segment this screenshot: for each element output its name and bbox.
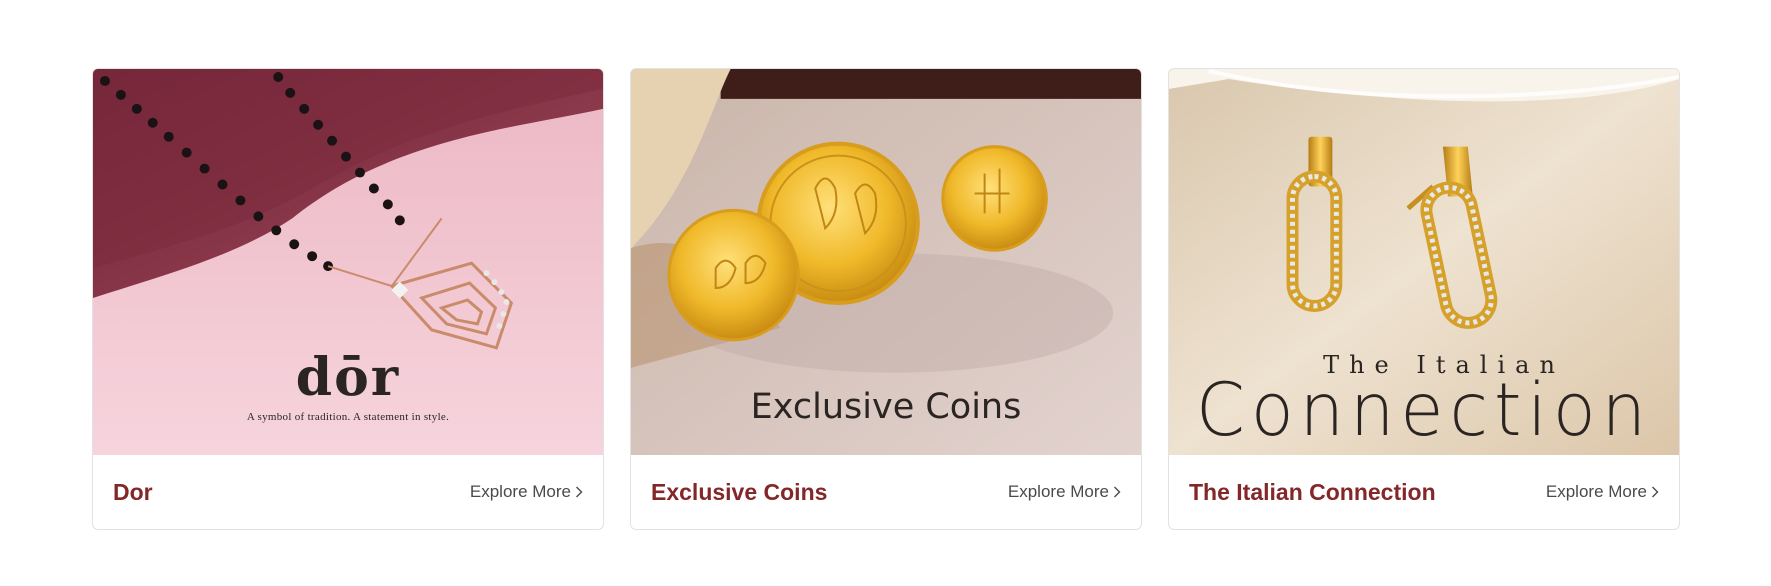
- card-image-italian[interactable]: The Italian Connection: [1169, 69, 1679, 456]
- collection-card-exclusive-coins[interactable]: Exclusive Coins Exclusive Coins Explore …: [630, 68, 1142, 530]
- chevron-right-icon: [1114, 486, 1121, 498]
- card-title[interactable]: Exclusive Coins: [651, 479, 827, 506]
- card-footer: The Italian Connection Explore More: [1169, 455, 1679, 529]
- explore-more-link[interactable]: Explore More: [1008, 482, 1121, 502]
- coins-caption: Exclusive Coins: [750, 387, 1022, 427]
- explore-more-label: Explore More: [1007, 482, 1109, 502]
- explore-more-link[interactable]: Explore More: [1546, 482, 1659, 502]
- collection-cards: dōr A symbol of tradition. A statement i…: [92, 68, 1680, 530]
- chevron-right-icon: [1652, 486, 1659, 498]
- card-image-dor[interactable]: dōr A symbol of tradition. A statement i…: [93, 69, 603, 456]
- card-title[interactable]: Dor: [113, 479, 153, 506]
- collection-card-dor[interactable]: dōr A symbol of tradition. A statement i…: [92, 68, 604, 530]
- explore-more-label: Explore More: [1545, 482, 1647, 502]
- dor-tagline: A symbol of tradition. A statement in st…: [246, 411, 450, 423]
- card-footer: Dor Explore More: [93, 455, 603, 529]
- explore-more-link[interactable]: Explore More: [470, 482, 583, 502]
- card-footer: Exclusive Coins Explore More: [631, 455, 1141, 529]
- card-title[interactable]: The Italian Connection: [1189, 479, 1436, 506]
- card-image-coins[interactable]: Exclusive Coins: [631, 69, 1141, 456]
- explore-more-label: Explore More: [469, 482, 571, 502]
- collection-card-italian-connection[interactable]: The Italian Connection The Italian Conne…: [1168, 68, 1680, 530]
- chevron-right-icon: [576, 486, 583, 498]
- dor-logo-text: dōr: [295, 347, 401, 408]
- italian-big-text: Connection: [1195, 366, 1653, 454]
